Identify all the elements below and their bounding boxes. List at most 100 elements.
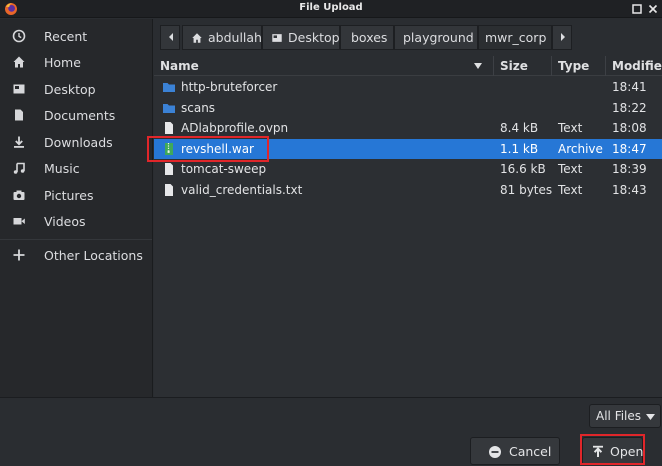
file-size: 16.6 kB [500,162,546,176]
file-name: http-bruteforcer [181,80,278,94]
sidebar-item-videos[interactable]: Videos [0,208,152,234]
desktop-icon [272,34,282,42]
breadcrumb-label: playground [403,30,474,45]
column-header-name[interactable]: Name [154,56,494,76]
text-file-icon [165,122,173,134]
clock-icon [12,29,26,43]
file-modified: 18:41 [612,80,647,94]
breadcrumb-boxes[interactable]: boxes [340,25,394,50]
sidebar-item-label: Music [44,161,80,176]
desktop-icon [13,84,25,94]
path-scroll-left-button[interactable] [160,25,180,50]
title-bar: File Upload [0,0,662,18]
sidebar-item-other-locations[interactable]: Other Locations [0,242,152,268]
path-bar: abdullah Desktop boxes playground mwr_co… [160,25,574,50]
file-size: 81 bytes [500,182,553,197]
dialog-footer [0,397,662,466]
text-file-icon [165,183,173,196]
plus-icon [13,249,25,261]
sidebar-item-pictures[interactable]: Pictures [0,182,152,208]
breadcrumb-mwr-corp[interactable]: mwr_corp [478,25,552,50]
places-sidebar: Recent Home Desktop Documents Downloads … [0,19,153,397]
breadcrumb-label: boxes [351,30,388,45]
file-modified: 18:08 [612,121,647,135]
cancel-button-label: Cancel [509,444,552,459]
file-modified: 18:39 [612,162,647,176]
file-row[interactable]: tomcat-sweep 16.6 kB Text 18:39 [154,159,662,180]
breadcrumb-playground[interactable]: playground [394,25,478,50]
sidebar-item-label: Downloads [44,135,113,150]
sidebar-item-label: Home [44,55,81,70]
column-header-label: Type [558,59,590,73]
file-row[interactable]: ADlabprofile.ovpn 8.4 kB Text 18:08 [154,118,662,139]
file-name: scans [181,100,216,115]
chevron-down-icon [646,414,655,420]
file-row[interactable]: valid_credentials.txt 81 bytes Text 18:4… [154,180,662,201]
sort-descending-icon [474,63,482,69]
music-note-icon [13,162,25,174]
file-filter-label: All Files [596,409,642,423]
folder-icon [163,103,175,113]
file-name: revshell.war [181,141,254,156]
home-icon [192,33,202,43]
sidebar-item-downloads[interactable]: Downloads [0,129,152,155]
column-header-modified[interactable]: Modified [606,56,662,76]
archive-icon [165,142,173,155]
file-filter-dropdown[interactable]: All Files [589,404,661,428]
file-type: Archive [558,141,603,156]
chevron-right-icon [561,33,565,41]
window-title: File Upload [299,2,363,13]
breadcrumb-label: abdullah [208,30,262,45]
column-header-row: Name Size Type Modified [154,56,662,76]
home-icon [13,56,25,68]
sidebar-item-home[interactable]: Home [0,49,152,75]
file-modified: 18:43 [612,182,647,197]
file-row[interactable]: http-bruteforcer 18:41 [154,77,662,98]
breadcrumb-label: Desktop [288,30,340,45]
column-header-label: Size [500,59,528,73]
sidebar-item-label: Pictures [44,188,94,203]
sidebar-item-label: Videos [44,214,86,229]
cancel-button[interactable]: Cancel [470,437,560,465]
file-modified: 18:47 [612,141,647,156]
breadcrumb-home[interactable]: abdullah [182,25,262,50]
folder-icon [163,83,175,92]
open-button-label: Open [610,444,644,459]
file-type: Text [558,162,583,176]
file-type: Text [558,121,583,135]
sidebar-item-label: Desktop [44,82,96,97]
sidebar-item-music[interactable]: Music [0,155,152,181]
file-size: 8.4 kB [500,121,539,135]
text-file-icon [165,163,173,175]
file-name: ADlabprofile.ovpn [181,121,289,135]
open-button[interactable]: Open [582,437,643,465]
sidebar-item-desktop[interactable]: Desktop [0,76,152,102]
close-icon[interactable] [646,2,660,16]
camera-icon [13,190,25,200]
sidebar-separator [0,239,152,240]
video-camera-icon [13,218,25,225]
file-type: Text [558,182,583,197]
file-list: Name Size Type Modified http-bruteforcer… [154,56,662,397]
file-row[interactable]: scans 18:22 [154,98,662,119]
file-name: valid_credentials.txt [181,182,303,197]
column-header-type[interactable]: Type [552,56,606,76]
upload-icon [593,445,603,457]
maximize-icon[interactable] [630,2,644,16]
cancel-icon [489,446,501,458]
column-header-label: Name [160,59,199,73]
sidebar-item-label: Other Locations [44,248,143,263]
sidebar-item-recent[interactable]: Recent [0,23,152,49]
column-header-size[interactable]: Size [494,56,552,76]
sidebar-item-documents[interactable]: Documents [0,102,152,128]
download-icon [14,136,24,148]
breadcrumb-label: mwr_corp [485,30,547,45]
file-size: 1.1 kB [500,141,539,156]
breadcrumb-desktop[interactable]: Desktop [262,25,340,50]
file-modified: 18:22 [612,100,647,115]
chevron-left-icon [169,33,173,41]
document-icon [15,109,23,121]
path-scroll-right-button[interactable] [552,25,572,50]
column-header-label: Modified [612,59,662,73]
file-row-selected[interactable]: revshell.war 1.1 kB Archive 18:47 [154,138,662,159]
